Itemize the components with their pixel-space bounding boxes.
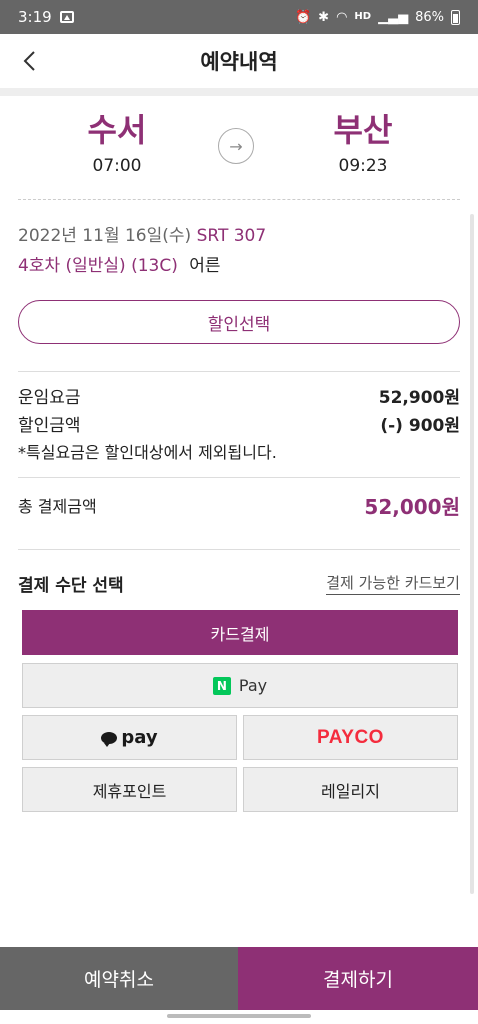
home-gesture-handle[interactable] xyxy=(167,1014,311,1018)
status-bar: 3:19 ⏰ ✱ ◠ HD ▁▃▅ 86% xyxy=(0,0,478,34)
arrival-station-name: 부산 xyxy=(333,111,393,149)
trip-info: 2022년 11월 16일(수) SRT 307 4호차 (일반실) (13C)… xyxy=(18,222,458,282)
trip-date-line: 2022년 11월 16일(수) SRT 307 xyxy=(18,222,458,250)
payco-label: PAYCO xyxy=(317,726,384,748)
card-payment-button[interactable]: 카드결제 xyxy=(22,610,458,655)
alarm-icon: ⏰ xyxy=(294,9,312,25)
chevron-left-icon xyxy=(23,51,35,71)
system-nav-bar xyxy=(0,1010,478,1024)
arrival-time: 09:23 xyxy=(338,156,388,176)
base-fare-value: 52,900원 xyxy=(378,388,460,408)
back-button[interactable] xyxy=(14,44,44,78)
naver-pay-label: Pay xyxy=(238,676,268,695)
kakao-pay-button[interactable]: pay xyxy=(22,715,237,760)
battery-icon xyxy=(451,9,460,25)
cancel-reservation-button[interactable]: 예약취소 xyxy=(0,947,238,1010)
departure-time: 07:00 xyxy=(92,156,142,176)
mileage-button[interactable]: 레일리지 xyxy=(243,767,458,812)
available-cards-link[interactable]: 결제 가능한 카드보기 xyxy=(326,572,460,595)
payco-button[interactable]: PAYCO xyxy=(243,715,458,760)
status-time: 3:19 xyxy=(18,8,52,26)
trip-seat-line: 4호차 (일반실) (13C) 어른 xyxy=(18,250,458,282)
trip-date: 2022년 11월 16일(수) xyxy=(18,226,192,246)
payment-method-header: 결제 수단 선택 결제 가능한 카드보기 xyxy=(18,569,460,597)
divider xyxy=(18,371,460,372)
gallery-notification-icon xyxy=(59,11,74,23)
bluetooth-icon: ✱ xyxy=(318,9,330,25)
header-divider xyxy=(0,88,478,96)
naver-pay-icon: N xyxy=(212,676,231,695)
kakao-pay-label: pay xyxy=(121,727,158,748)
total-label: 총 결제금액 xyxy=(18,497,97,516)
partner-points-button[interactable]: 제휴포인트 xyxy=(22,767,237,812)
route-divider xyxy=(18,199,460,200)
divider xyxy=(18,549,460,550)
departure-station-name: 수서 xyxy=(87,111,147,149)
battery-percent: 86% xyxy=(415,9,444,25)
signal-icon: ▁▃▅ xyxy=(378,9,409,25)
arrow-right-icon: → xyxy=(218,128,254,164)
status-bar-right: ⏰ ✱ ◠ HD ▁▃▅ 86% xyxy=(294,9,460,25)
discount-row: 할인금액 (-) 900원 xyxy=(18,412,460,440)
discount-value: (-) 900원 xyxy=(380,416,460,436)
kakao-talk-icon xyxy=(101,731,118,747)
scrollbar[interactable] xyxy=(470,214,474,894)
passenger-type: 어른 xyxy=(189,256,221,276)
fare-note: *특실요금은 할인대상에서 제외됩니다. xyxy=(18,443,277,462)
naver-pay-button[interactable]: N Pay xyxy=(22,663,458,708)
payment-method-heading: 결제 수단 선택 xyxy=(18,575,124,596)
pay-button[interactable]: 결제하기 xyxy=(238,947,478,1010)
divider xyxy=(18,477,460,478)
fare-breakdown: 운임요금 52,900원 할인금액 (-) 900원 *특실요금은 할인대상에서… xyxy=(18,384,460,466)
base-fare-label: 운임요금 xyxy=(18,388,81,408)
app-header: 예약내역 xyxy=(0,34,478,88)
discount-label: 할인금액 xyxy=(18,416,81,436)
route-summary: 수서 07:00 → 부산 09:23 xyxy=(18,108,460,200)
departure-station: 수서 07:00 xyxy=(52,108,182,176)
total-payment-row: 총 결제금액 52,000원 xyxy=(18,490,460,520)
car-seat: 4호차 (일반실) (13C) xyxy=(18,256,178,276)
status-bar-left: 3:19 xyxy=(18,8,74,26)
total-value: 52,000원 xyxy=(364,494,460,519)
bottom-action-bar: 예약취소 결제하기 xyxy=(0,947,478,1010)
arrival-station: 부산 09:23 xyxy=(298,108,428,176)
train-number: SRT 307 xyxy=(196,226,267,246)
page-title: 예약내역 xyxy=(200,50,278,74)
hd-voice-label: HD xyxy=(354,11,372,22)
discount-select-button[interactable]: 할인선택 xyxy=(18,300,460,344)
wifi-icon: ◠ xyxy=(336,9,348,25)
base-fare-row: 운임요금 52,900원 xyxy=(18,384,460,412)
